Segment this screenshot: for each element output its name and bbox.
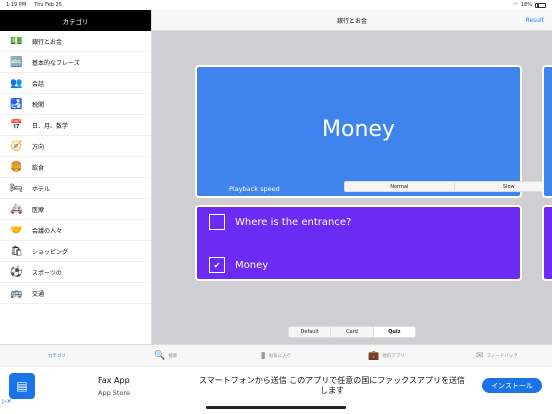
result-button[interactable]: Result [525,17,544,24]
sidebar-item-label: 方向 [32,143,45,151]
mail-icon: ✉ [475,350,484,361]
category-sidebar: カテゴリ 💵 銀行とお金 🔤 基本的なフレーズ 👥 会話 🛃 税関 📅 日、月、数学 🧭 方向 🍔 飲食 🛏… [0,10,152,344]
status-date: Thu Feb 25 [34,2,62,8]
shopping-icon: 🛍 [10,245,23,257]
quiz-panel: Where is the entrance? ✔ Money [195,205,522,281]
quiz-option-text: Where is the entrance? [235,216,352,228]
next-quiz-peek[interactable] [542,205,552,281]
people-icon: 👥 [10,77,23,89]
ad-choices-icon[interactable]: ▷✕ [2,398,12,405]
status-bar: 1:19 PM Thu Feb 25 ◠ 18% [0,0,552,10]
tab-label: 検索 [168,353,178,359]
ambulance-icon: 🚑 [10,203,23,215]
sidebar-item[interactable]: 🚌 交通 [0,283,151,304]
tab-item[interactable]: カテゴリ [0,345,110,366]
sidebar-item[interactable]: 🛃 税関 [0,94,151,115]
food-icon: 🍔 [10,161,23,173]
sidebar-item-label: ホテル [32,185,51,193]
sidebar-item[interactable]: ⚽ スポーツの [0,262,151,283]
playback-speed-control: Normal Slow [344,181,552,192]
tab-bar: カテゴリ 🔍 検索 ▮ お気に入り 💼 他のアプリ ✉ フィードバック [0,344,552,366]
mode-card-option[interactable]: Card [331,327,374,337]
sidebar-item[interactable]: 👥 会話 [0,73,151,94]
sidebar-item-label: 銀行とお金 [32,38,63,46]
nav-bar: 銀行とお金 Result [152,10,552,31]
money-icon: 💵 [10,35,23,47]
sidebar-item-label: 基本的なフレーズ [32,59,80,67]
tab-item[interactable]: 🔍 検索 [110,345,220,366]
next-card-peek[interactable] [542,65,552,198]
sidebar-item[interactable]: 📅 日、月、数学 [0,115,151,136]
sidebar-item-label: 日、月、数学 [32,122,69,130]
card-word: Money [322,117,395,142]
sidebar-item-label: 会議の人々 [32,227,63,235]
sidebar-item-label: ショッピング [32,248,69,256]
soccer-icon: ⚽ [10,266,23,278]
sidebar-item-label: 会話 [32,80,45,88]
battery-icon [535,2,546,8]
quiz-option[interactable]: Where is the entrance? [209,214,351,230]
ad-app-name[interactable]: Fax App [98,376,130,385]
install-button[interactable]: インストール [482,378,542,393]
ad-banner[interactable]: ▤ Fax App App Store スマートフォンから送信 このアプリで任意… [0,366,552,406]
abc-icon: 🔤 [10,56,23,68]
bookmark-icon: ▮ [260,350,266,361]
sidebar-item-label: 交通 [32,290,45,298]
checkbox-checked[interactable]: ✔ [209,257,225,273]
sidebar-item[interactable]: 🤝 会議の人々 [0,220,151,241]
compass-icon: 🧭 [10,140,23,152]
sidebar-item[interactable]: 🛍 ショッピング [0,241,151,262]
sidebar-item-label: 医療 [32,206,45,214]
quiz-option[interactable]: ✔ Money [209,257,268,273]
tab-label: 他のアプリ [382,353,405,359]
handshake-icon: 🤝 [10,224,23,236]
status-time: 1:19 PM [6,2,27,8]
customs-icon: 🛃 [10,98,23,110]
playback-speed-label: Playback speed [229,185,280,193]
mode-default-option[interactable]: Default [289,327,332,337]
tab-item[interactable]: 💼 他のアプリ [331,345,441,366]
sidebar-item[interactable]: 🔤 基本的なフレーズ [0,52,151,73]
tab-label: フィードバック [486,353,518,359]
main-content: Money Playback speed Normal Slow Where i… [152,31,552,344]
tab-item[interactable]: ▮ お気に入り [221,345,331,366]
sidebar-item[interactable]: 🛏 ホテル [0,178,151,199]
speed-slow-option[interactable]: Slow [455,182,552,191]
sidebar-item[interactable]: 🍔 飲食 [0,157,151,178]
calendar-icon: 📅 [10,119,23,131]
quiz-option-text: Money [235,259,269,271]
sidebar-item[interactable]: 💵 銀行とお金 [0,31,151,52]
flash-card[interactable]: Money Playback speed Normal Slow [195,65,552,198]
ad-description: スマートフォンから送信 このアプリで任意の国にファックスアプリを送信します [198,376,466,395]
sidebar-item[interactable]: 🧭 方向 [0,136,151,157]
sidebar-item-label: 飲食 [32,164,45,172]
sidebar-title: カテゴリ [0,10,151,31]
home-indicator[interactable] [206,406,346,409]
battery-percent: 18% [520,2,532,8]
sidebar-item[interactable]: 🚑 医療 [0,199,151,220]
fax-app-icon[interactable]: ▤ [9,373,35,399]
search-icon: 🔍 [154,350,166,361]
wifi-icon: ◠ [513,2,518,8]
mode-segmented-control: Default Card Quiz [288,326,416,338]
page-title: 銀行とお金 [336,17,367,25]
briefcase-icon: 💼 [368,350,380,361]
tab-label: カテゴリ [47,353,66,359]
checkbox-empty[interactable] [209,214,225,230]
tab-item[interactable]: ✉ フィードバック [442,345,552,366]
tab-label: お気に入り [268,353,292,359]
bed-icon: 🛏 [10,182,23,194]
ad-store-name: App Store [98,389,130,397]
mode-quiz-option[interactable]: Quiz [373,327,415,337]
app-window: 1:19 PM Thu Feb 25 ◠ 18% カテゴリ 💵 銀行とお金 🔤 基本的… [0,0,552,414]
bus-icon: 🚌 [10,287,23,299]
sidebar-item-label: スポーツの [32,269,62,277]
speed-normal-option[interactable]: Normal [345,182,455,191]
sidebar-item-label: 税関 [32,101,45,109]
